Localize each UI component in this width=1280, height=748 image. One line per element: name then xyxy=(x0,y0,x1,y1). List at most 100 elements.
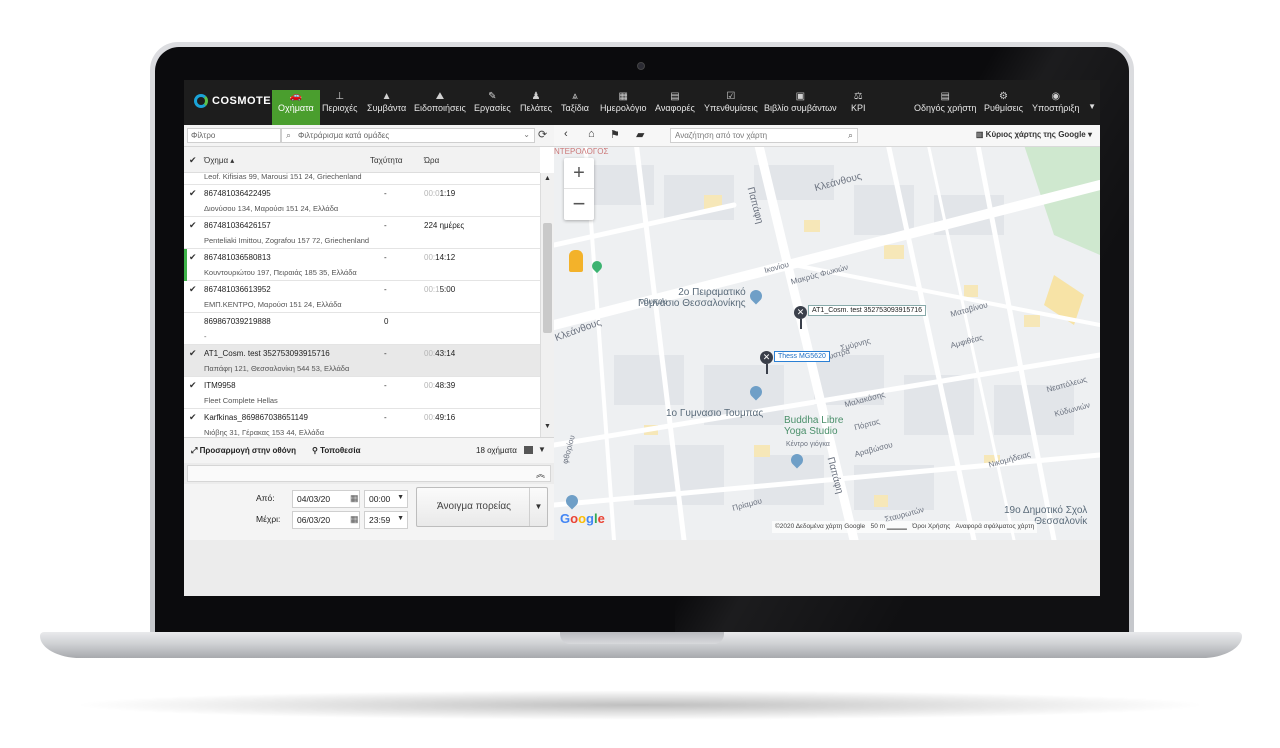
nav-label: KPI xyxy=(851,103,866,113)
home-icon[interactable]: ⌂ xyxy=(588,128,595,140)
map-view[interactable]: ΝΤΕΡΟΛΟΓΟΣ Κλεάνθους Παπάφη Κλεάνθους Πα… xyxy=(554,125,1100,540)
table-row[interactable]: ✔ 867481036422495 Διονύσου 134, Μαρούσι … xyxy=(184,185,540,217)
nav-label: Εργασίες xyxy=(474,103,511,113)
nav-vehicles[interactable]: 🚗 Οχήματα xyxy=(272,90,320,125)
cosmote-logo[interactable]: COSMOTE xyxy=(194,94,271,108)
nav-reports[interactable]: ▤ Αναφορές xyxy=(655,90,695,125)
column-speed[interactable]: Ταχύτητα xyxy=(370,156,403,165)
search-icon[interactable]: ⌕ xyxy=(848,130,853,141)
table-row[interactable]: ✔ AT1_Cosm. test 352753093915716 Παπάφη … xyxy=(184,345,540,377)
chevron-down-icon[interactable]: ▼ xyxy=(1088,102,1096,111)
row-address: Διονύσου 134, Μαρούσι 151 24, Ελλάδα xyxy=(204,204,339,213)
row-name: 867481036613952 xyxy=(204,285,271,294)
pegman-icon[interactable] xyxy=(569,250,583,272)
nav-kpi[interactable]: ⚖ KPI xyxy=(851,90,866,125)
terms-link[interactable]: Όροι Χρήσης xyxy=(912,523,950,530)
vehicle-marker-icon[interactable]: ✕ xyxy=(794,306,807,319)
chevron-left-icon[interactable]: ‹ xyxy=(564,128,568,140)
refresh-icon[interactable]: ⟳ xyxy=(538,128,547,141)
laptop-notch xyxy=(560,632,724,644)
top-navigation: COSMOTE 🚗 Οχήματα ⊥ Περιοχές ▲ Συμβάντα … xyxy=(184,80,1100,125)
collapse-bar[interactable]: ︽ xyxy=(187,465,551,482)
map-search-placeholder: Αναζήτηση από τον χάρτη xyxy=(675,131,768,140)
scrollbar-thumb[interactable] xyxy=(543,223,552,333)
to-time-select[interactable]: 23:59 ▼ xyxy=(364,511,408,529)
row-checkbox[interactable]: ✔ xyxy=(189,188,197,199)
nav-calendar[interactable]: ▦ Ημερολόγιο xyxy=(600,90,647,125)
row-time: 00:01:19 xyxy=(424,189,456,198)
nav-label: Συμβάντα xyxy=(367,103,407,113)
column-time[interactable]: Ώρα xyxy=(424,156,439,165)
zoom-in-button[interactable]: + xyxy=(564,158,594,189)
nav-customers[interactable]: ♟ Πελάτες xyxy=(520,90,552,125)
double-chevron-up-icon[interactable]: ︽ xyxy=(536,467,545,480)
table-row[interactable]: Leof. Kifisias 99, Marousi 151 24, Griec… xyxy=(184,173,540,185)
chevron-down-icon[interactable]: ▼ xyxy=(529,488,547,526)
column-vehicle[interactable]: Όχημα ▴ xyxy=(204,156,234,165)
table-row[interactable]: ✔ 867481036613952 ΕΜΠ.ΚΕΝΤΡΟ, Μαρούσι 15… xyxy=(184,281,540,313)
nav-events[interactable]: ▲ Συμβάντα xyxy=(367,90,406,125)
chat-icon: ◉ xyxy=(1051,91,1061,102)
nav-settings[interactable]: ⚙ Ρυθμίσεις xyxy=(984,90,1023,125)
vehicle-map-label[interactable]: AT1_Cosm. test 352753093915716 xyxy=(808,305,927,316)
nav-tasks[interactable]: ✎ Εργασίες xyxy=(474,90,511,125)
nav-label: Υπενθυμίσεις xyxy=(704,103,758,113)
grid-icon[interactable] xyxy=(524,446,533,454)
gears-icon: ⚙ xyxy=(999,91,1008,102)
select-all-checkbox[interactable]: ✔ xyxy=(189,155,197,166)
nav-label: Ειδοποιήσεις xyxy=(414,103,466,113)
row-checkbox[interactable]: ✔ xyxy=(189,220,197,231)
row-time: 00:15:00 xyxy=(424,285,456,294)
from-time-select[interactable]: 00:00 ▼ xyxy=(364,490,408,508)
nav-label: Περιοχές xyxy=(322,103,358,113)
fit-icon: ⤢ xyxy=(191,446,198,455)
nav-user-guide[interactable]: ▤ Οδηγός χρήστη xyxy=(914,90,976,125)
chevron-down-icon[interactable]: ▼ xyxy=(538,445,546,454)
map-zoom-control: + − xyxy=(564,158,594,220)
nav-reminders[interactable]: ☑ Υπενθυμίσεις xyxy=(704,90,758,125)
map-search-input[interactable]: Αναζήτηση από τον χάρτη ⌕ xyxy=(670,128,858,143)
table-row[interactable]: ✔ Karfkinas_869867038651149 Νιόβης 31, Γ… xyxy=(184,409,540,437)
nav-areas[interactable]: ⊥ Περιοχές xyxy=(322,90,357,125)
row-checkbox[interactable]: ✔ xyxy=(189,380,197,391)
school-poi-label: 1ο Γυμνασιο Τουμπας xyxy=(666,408,764,419)
vehicle-marker-icon[interactable]: ✕ xyxy=(760,351,773,364)
report-error-link[interactable]: Αναφορά σφάλματος χάρτη xyxy=(955,523,1034,530)
nav-trips[interactable]: ⩓ Ταξίδια xyxy=(561,90,589,125)
document-icon: ▤ xyxy=(670,91,680,102)
table-row[interactable]: 869867039219888 - 0 xyxy=(184,313,540,345)
scroll-up-icon[interactable]: ▲ xyxy=(544,175,551,182)
map-toolbar: ‹ ⌂ ⚑ ▰ Αναζήτηση από τον χάρτη ⌕ ▥ Κύρι… xyxy=(554,125,1100,147)
nav-event-book[interactable]: ▣ Βιβλίο συμβάντων xyxy=(764,90,837,125)
list-scrollbar[interactable]: ▲ ▼ xyxy=(540,173,554,437)
row-checkbox[interactable]: ✔ xyxy=(189,412,197,423)
list-footer: ⤢ Προσαρμογή στην οθόνη ⚲ Τοποθεσία 18 ο… xyxy=(184,437,554,463)
table-row[interactable]: ✔ 867481036426157 Penteliaki Imittou, Zo… xyxy=(184,217,540,249)
flag-icon[interactable]: ⚑ xyxy=(610,128,620,141)
open-route-button[interactable]: Άνοιγμα πορείας ▼ xyxy=(416,487,548,527)
row-checkbox[interactable]: ✔ xyxy=(189,348,197,359)
row-checkbox[interactable]: ✔ xyxy=(189,252,197,263)
vehicle-marker-stem xyxy=(800,319,802,329)
row-time: 224 ημέρες xyxy=(424,221,465,230)
warning-icon: ▲ xyxy=(381,91,392,102)
row-address: Fleet Complete Hellas xyxy=(204,396,278,405)
row-speed: - xyxy=(384,381,387,390)
location-button[interactable]: ⚲ Τοποθεσία xyxy=(312,446,361,455)
nav-support[interactable]: ◉ Υποστήριξη xyxy=(1032,90,1079,125)
row-checkbox[interactable]: ✔ xyxy=(189,284,197,295)
calendar-icon[interactable]: ▦ xyxy=(350,493,359,504)
table-row[interactable]: ✔ 867481036580813 Κουντουριώτου 197, Πει… xyxy=(184,249,540,281)
truck-icon[interactable]: ▰ xyxy=(636,128,644,141)
map-layer-select[interactable]: ▥ Κύριος χάρτης της Google ▾ xyxy=(976,130,1092,139)
zoom-out-button[interactable]: − xyxy=(564,189,594,220)
nav-notifications[interactable]: ⛰ Ειδοποιήσεις xyxy=(414,90,466,125)
fit-to-screen-button[interactable]: ⤢ Προσαρμογή στην οθόνη xyxy=(191,446,296,456)
vehicle-map-label[interactable]: Thess MG5620 xyxy=(774,351,830,362)
filter-input[interactable]: Φίλτρο xyxy=(187,128,281,143)
table-row[interactable]: ✔ ITM9958 Fleet Complete Hellas - 00:48:… xyxy=(184,377,540,409)
scroll-down-icon[interactable]: ▼ xyxy=(544,423,551,430)
calendar-icon[interactable]: ▦ xyxy=(350,514,359,525)
route-panel: Από: Μέχρι: 04/03/20 ▦ 00:00 ▼ 06/03/20 ▦… xyxy=(184,484,554,540)
group-filter-select[interactable]: ⌕ Φιλτράρισμα κατά ομάδες ⌄ xyxy=(281,128,535,143)
